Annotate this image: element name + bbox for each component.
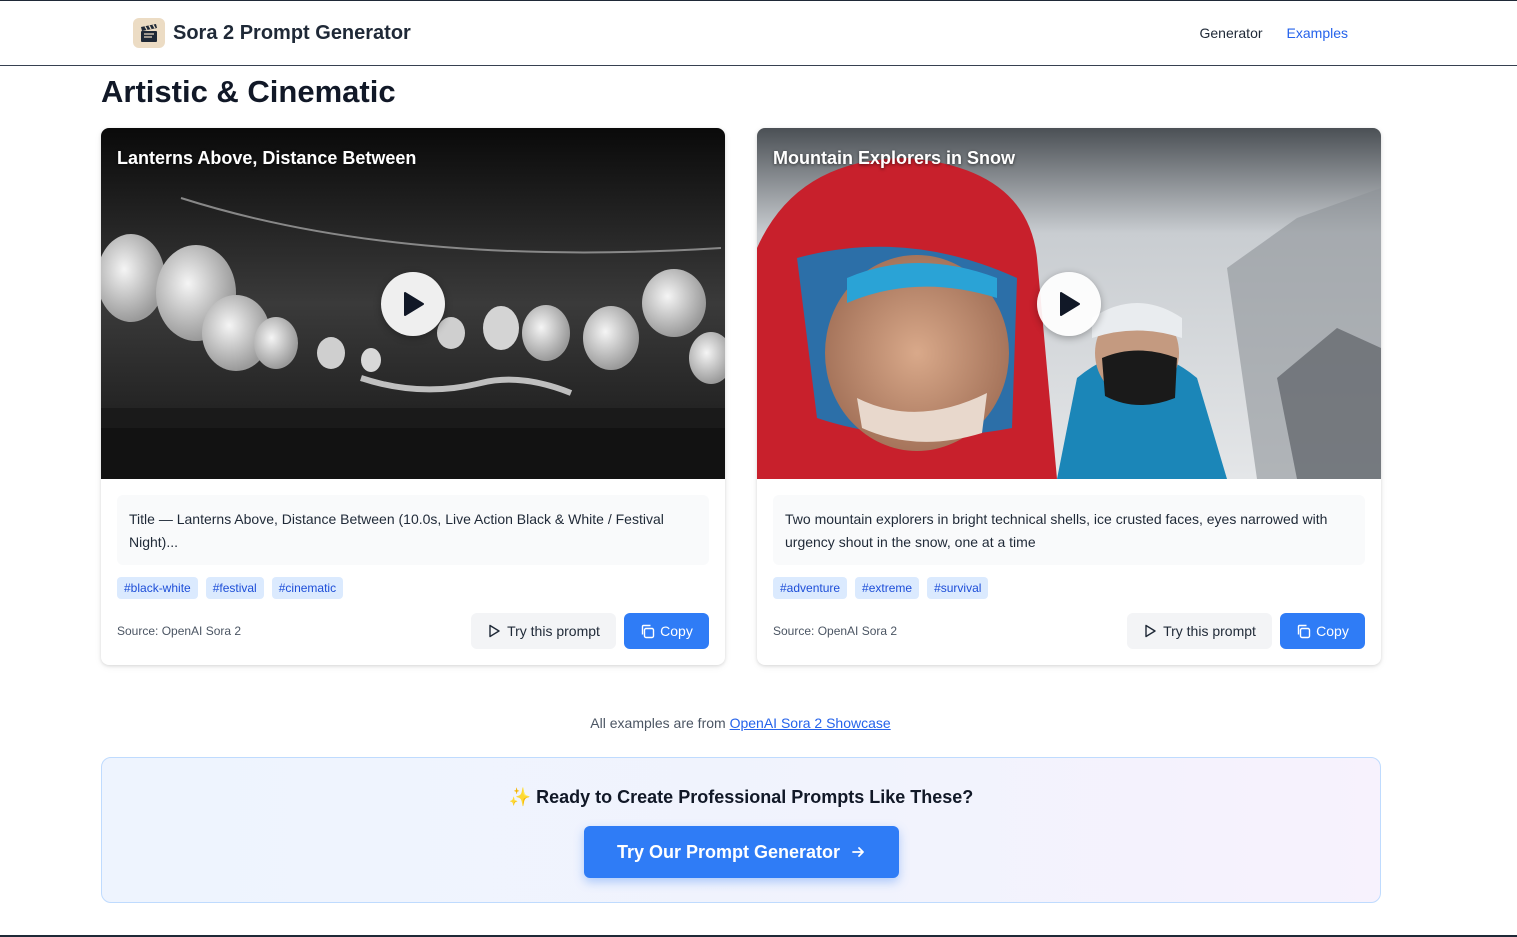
section-title: Artistic & Cinematic xyxy=(101,74,396,109)
source-label: Source: OpenAI Sora 2 xyxy=(117,624,242,638)
play-outline-icon xyxy=(1145,624,1156,638)
source-label: Source: OpenAI Sora 2 xyxy=(773,624,898,638)
try-prompt-button[interactable]: Try this prompt xyxy=(471,613,616,649)
cta-title-text: Ready to Create Professional Prompts Lik… xyxy=(536,787,974,807)
tag[interactable]: #extreme xyxy=(855,577,920,599)
play-icon xyxy=(1060,292,1080,316)
tag-list: #black-white #festival #cinematic xyxy=(117,577,344,599)
tag-list: #adventure #extreme #survival xyxy=(773,577,989,599)
cta-title: ✨ Ready to Create Professional Prompts L… xyxy=(102,787,1380,808)
brand-title: Sora 2 Prompt Generator xyxy=(173,21,411,44)
play-outline-icon xyxy=(489,624,500,638)
video-thumbnail[interactable]: Mountain Explorers in Snow xyxy=(757,128,1381,479)
clapperboard-icon xyxy=(133,18,165,48)
copy-button[interactable]: Copy xyxy=(1280,613,1365,649)
play-button[interactable] xyxy=(1037,272,1101,336)
video-thumbnail[interactable]: Lanterns Above, Distance Between xyxy=(101,128,725,479)
copy-label: Copy xyxy=(660,623,693,639)
main-nav: Generator Examples xyxy=(1199,25,1348,41)
example-card: Mountain Explorers in Snow Two mountain … xyxy=(757,128,1381,665)
tag[interactable]: #adventure xyxy=(773,577,848,599)
try-prompt-label: Try this prompt xyxy=(507,623,600,639)
nav-examples[interactable]: Examples xyxy=(1287,25,1348,41)
copy-icon xyxy=(641,624,655,638)
top-nav-bar: Sora 2 Prompt Generator Generator Exampl… xyxy=(0,0,1517,66)
tag[interactable]: #cinematic xyxy=(271,577,344,599)
copy-icon xyxy=(1297,624,1311,638)
try-generator-label: Try Our Prompt Generator xyxy=(616,841,841,862)
video-title: Lanterns Above, Distance Between xyxy=(117,148,417,168)
copy-button[interactable]: Copy xyxy=(624,613,709,649)
brand[interactable]: Sora 2 Prompt Generator xyxy=(133,18,411,48)
credit-line: All examples are from OpenAI Sora 2 Show… xyxy=(0,715,1481,731)
showcase-link[interactable]: OpenAI Sora 2 Showcase xyxy=(730,715,891,731)
try-generator-button[interactable]: Try Our Prompt Generator xyxy=(584,826,899,878)
prompt-description: Title — Lanterns Above, Distance Between… xyxy=(117,495,709,565)
arrow-right-icon xyxy=(852,847,864,857)
play-icon xyxy=(404,292,424,316)
try-prompt-button[interactable]: Try this prompt xyxy=(1127,613,1272,649)
cta-banner: ✨ Ready to Create Professional Prompts L… xyxy=(101,757,1381,903)
tag[interactable]: #black-white xyxy=(117,577,198,599)
example-card: Lanterns Above, Distance Between Title —… xyxy=(101,128,725,665)
sparkles-icon: ✨ xyxy=(508,787,532,807)
tag[interactable]: #survival xyxy=(927,577,989,599)
video-title: Mountain Explorers in Snow xyxy=(773,148,1016,168)
copy-label: Copy xyxy=(1316,623,1349,639)
credit-prefix: All examples are from xyxy=(590,715,726,731)
prompt-description: Two mountain explorers in bright technic… xyxy=(773,495,1365,565)
play-button[interactable] xyxy=(381,272,445,336)
tag[interactable]: #festival xyxy=(205,577,264,599)
nav-generator[interactable]: Generator xyxy=(1199,25,1262,41)
try-prompt-label: Try this prompt xyxy=(1163,623,1256,639)
